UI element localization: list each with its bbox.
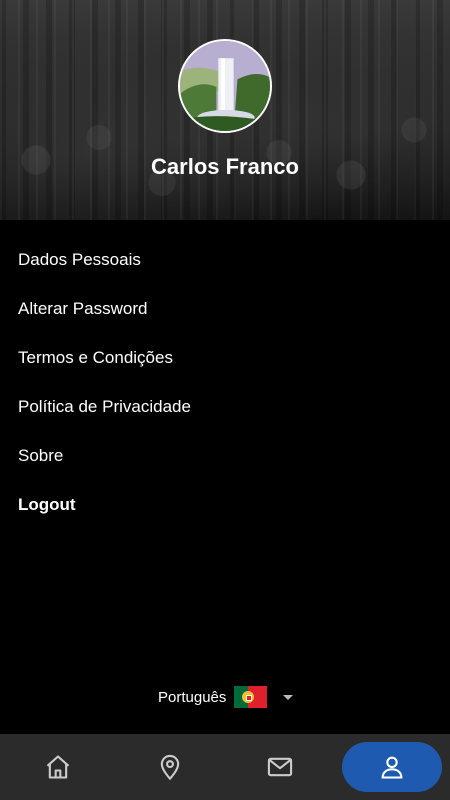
- chevron-down-icon: [283, 694, 294, 700]
- avatar-image: [180, 41, 270, 131]
- mail-icon: [267, 757, 293, 777]
- map-pin-icon: [160, 754, 180, 781]
- profile-menu: Dados Pessoais Alterar Password Termos e…: [0, 238, 450, 532]
- language-selector[interactable]: Português: [158, 685, 294, 709]
- user-icon: [381, 756, 403, 779]
- bottom-nav: [0, 734, 450, 800]
- portugal-flag-icon: [234, 686, 268, 708]
- nav-home-button[interactable]: [30, 742, 86, 792]
- menu-item-privacy-policy[interactable]: Política de Privacidade: [0, 385, 450, 434]
- avatar[interactable]: [178, 39, 272, 133]
- menu-item-change-password[interactable]: Alterar Password: [0, 287, 450, 336]
- logout-button[interactable]: Logout: [0, 483, 450, 532]
- menu-item-terms[interactable]: Termos e Condições: [0, 336, 450, 385]
- language-label: Português: [158, 688, 227, 706]
- nav-map-button[interactable]: [142, 742, 198, 792]
- menu-item-about[interactable]: Sobre: [0, 434, 450, 483]
- nav-profile-button[interactable]: [342, 742, 442, 792]
- nav-mail-button[interactable]: [252, 742, 308, 792]
- user-name: Carlos Franco: [151, 154, 299, 179]
- home-icon: [46, 755, 70, 779]
- menu-item-personal-data[interactable]: Dados Pessoais: [0, 238, 450, 287]
